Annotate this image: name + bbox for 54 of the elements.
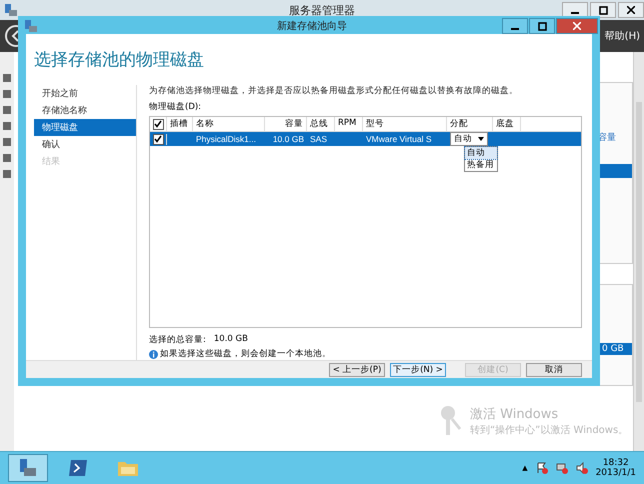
table-row[interactable]: PhysicalDisk1... 10.0 GB SAS VMware Virtual S 自动: [150, 132, 581, 146]
column-header[interactable]: RPM: [335, 117, 363, 131]
help-menu[interactable]: 帮助(H): [604, 29, 640, 43]
column-header[interactable]: 插槽: [167, 117, 193, 131]
row-checkbox[interactable]: [152, 134, 164, 144]
maximize-icon: [598, 6, 608, 14]
column-header[interactable]: 容量: [265, 117, 307, 131]
minimize-button[interactable]: [502, 18, 528, 34]
wizard-button[interactable]: 取消: [526, 362, 582, 376]
server-icon: [24, 19, 38, 33]
info-text: 如果选择这些磁盘，则会创建一个本地池。: [160, 348, 331, 360]
page-heading: 选择存储池的物理磁盘: [34, 49, 205, 71]
table-cell: 10.0 GB: [272, 134, 304, 144]
select-all-checkbox[interactable]: [152, 118, 164, 130]
maximize-button[interactable]: [529, 18, 555, 34]
flag-icon[interactable]: [536, 462, 548, 474]
caret-icon: [478, 137, 484, 141]
maximize-icon: [538, 22, 546, 30]
wizard-step[interactable]: 开始之前: [34, 85, 136, 102]
server-icon: [4, 3, 18, 17]
total-value: 10.0 GB: [214, 334, 248, 346]
window-title: 服务器管理器: [288, 2, 356, 18]
table-cell: SAS: [310, 134, 328, 144]
column-header[interactable]: 分配: [447, 117, 493, 131]
total-label: 选择的总容量:: [149, 334, 206, 346]
wizard-step[interactable]: 存储池名称: [34, 102, 136, 119]
clock[interactable]: 18:32 2013/1/1: [596, 458, 636, 478]
dropdown-option[interactable]: 自动: [465, 147, 497, 159]
activation-title: 激活 Windows: [470, 406, 560, 423]
close-icon: [573, 22, 581, 30]
dialog-title: 新建存储池向导: [276, 20, 348, 33]
wizard-button[interactable]: < 上一步(P): [329, 362, 385, 376]
wizard-step[interactable]: 物理磁盘: [34, 119, 136, 136]
description-text: 为存储池选择物理磁盘，并选择是否应以热备用磁盘形式分配任何磁盘以替换有故障的磁盘。: [149, 85, 519, 97]
wizard-button[interactable]: 下一步(N) >: [390, 362, 446, 376]
column-header[interactable]: 名称: [193, 117, 265, 131]
close-icon: [627, 6, 635, 14]
scrollbar[interactable]: [633, 52, 644, 451]
column-header[interactable]: 总线: [307, 117, 335, 131]
allocation-dropdown[interactable]: 自动: [450, 132, 488, 146]
wizard-step[interactable]: 确认: [34, 136, 136, 153]
table-cell: PhysicalDisk1...: [196, 134, 256, 144]
table-cell: VMware Virtual S: [366, 134, 432, 144]
network-icon[interactable]: [556, 462, 568, 474]
server-manager-taskbar-icon[interactable]: [8, 454, 48, 482]
column-header[interactable]: 型号: [363, 117, 447, 131]
maximize-button[interactable]: [590, 2, 616, 18]
activation-text: 转到“操作中心”以激活 Windows。: [470, 424, 628, 437]
speaker-icon[interactable]: [576, 462, 588, 474]
column-header[interactable]: 底盘: [493, 117, 521, 131]
key-icon: [440, 405, 462, 437]
close-button[interactable]: [618, 2, 644, 18]
dropdown-option[interactable]: 热备用: [465, 159, 497, 171]
table-label: 物理磁盘(D):: [149, 101, 202, 113]
